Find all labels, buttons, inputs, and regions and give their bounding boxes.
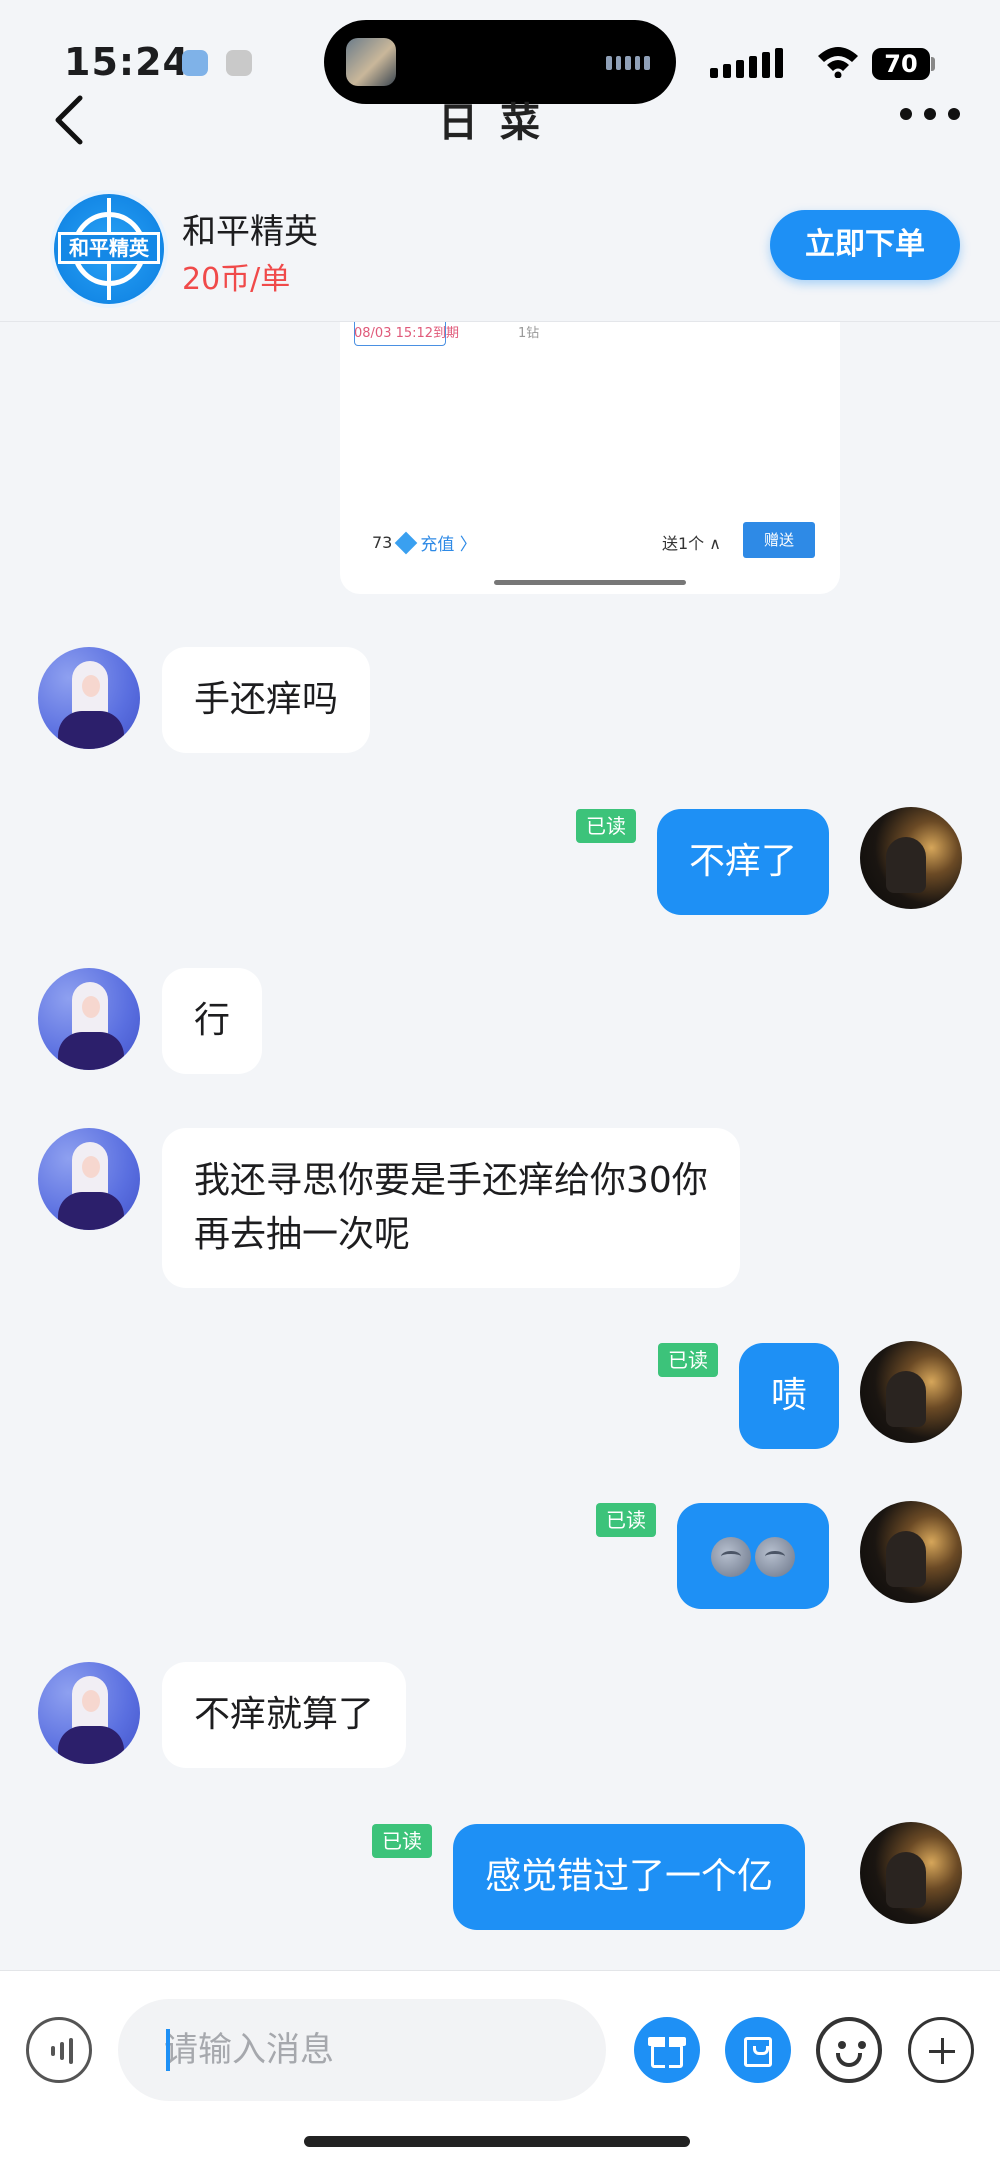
chat-title: 日菜 xyxy=(438,100,562,146)
incoming-message[interactable]: 不痒就算了 xyxy=(162,1662,407,1768)
shot-home-bar xyxy=(494,580,686,585)
message-input[interactable] xyxy=(118,1999,606,2101)
battery-indicator: 70 xyxy=(872,48,930,80)
more-options-icon[interactable] xyxy=(900,108,960,122)
notification-app-icon xyxy=(182,50,208,76)
order-bag-icon[interactable] xyxy=(725,2017,791,2083)
cellular-signal-icon xyxy=(710,46,783,78)
contact-avatar[interactable] xyxy=(38,1662,140,1764)
plus-icon[interactable] xyxy=(908,2017,974,2083)
contact-avatar[interactable] xyxy=(38,1128,140,1230)
incoming-message[interactable]: 我还寻思你要是手还痒给你30你 再去抽一次呢 xyxy=(162,1128,740,1288)
outgoing-message[interactable]: 啧 xyxy=(739,1343,840,1449)
shot-balance-value: 73 xyxy=(372,533,393,552)
voice-input-icon[interactable] xyxy=(26,2017,92,2083)
incoming-message[interactable]: 行 xyxy=(162,968,263,1074)
outgoing-emoji-message[interactable] xyxy=(677,1503,829,1609)
audio-wave-icon xyxy=(606,56,650,70)
read-status-badge: 已读 xyxy=(658,1343,718,1377)
shot-recharge-link: 充值 〉 xyxy=(420,535,477,555)
service-card[interactable]: 和平精英 和平精英 20币/单 立即下单 xyxy=(0,172,1000,322)
new-moon-face-emoji-icon xyxy=(755,1537,795,1577)
shot-balance: 73 充值 〉 xyxy=(372,530,477,555)
status-time: 15:24 xyxy=(64,40,190,84)
gift-icon[interactable] xyxy=(634,2017,700,2083)
incoming-message[interactable]: 手还痒吗 xyxy=(162,647,371,753)
text-cursor xyxy=(166,2029,170,2071)
shot-expire-text: 08/03 15:12到期 xyxy=(354,326,460,341)
battery-tip xyxy=(931,57,935,71)
read-status-badge: 已读 xyxy=(576,809,636,843)
message-line: 我还寻思你要是手还痒给你30你 xyxy=(194,1160,708,1201)
service-price: 20币/单 xyxy=(182,262,291,297)
outgoing-message[interactable]: 不痒了 xyxy=(657,809,830,915)
diamond-icon xyxy=(395,531,418,554)
image-message[interactable]: 08/03 15:12到期 1钻 73 充值 〉 送1个 ∧ 赠送 xyxy=(340,322,840,594)
read-status-badge: 已读 xyxy=(596,1503,656,1537)
shot-item-price: 1钻 xyxy=(518,326,540,341)
wechat-icon xyxy=(226,50,252,76)
game-logo: 和平精英 xyxy=(50,190,168,308)
message-line: 再去抽一次呢 xyxy=(194,1214,411,1255)
my-avatar[interactable] xyxy=(860,1501,962,1603)
home-indicator xyxy=(304,2136,690,2147)
outgoing-message[interactable]: 感觉错过了一个亿 xyxy=(453,1824,806,1930)
shot-send-count: 送1个 ∧ xyxy=(662,534,721,553)
contact-avatar[interactable] xyxy=(38,647,140,749)
wifi-icon xyxy=(818,47,858,78)
status-bar: 15:24 70 xyxy=(0,0,1000,104)
emoji-icon[interactable] xyxy=(816,2017,882,2083)
order-now-button[interactable]: 立即下单 xyxy=(770,210,960,280)
new-moon-face-emoji-icon xyxy=(711,1537,751,1577)
service-name: 和平精英 xyxy=(182,212,318,252)
my-avatar[interactable] xyxy=(860,807,962,909)
contact-avatar[interactable] xyxy=(38,968,140,1070)
read-status-badge: 已读 xyxy=(372,1824,432,1858)
my-avatar[interactable] xyxy=(860,1822,962,1924)
shot-gift-button: 赠送 xyxy=(743,522,815,558)
back-arrow-icon[interactable] xyxy=(46,92,90,148)
media-thumbnail xyxy=(346,38,396,86)
my-avatar[interactable] xyxy=(860,1341,962,1443)
